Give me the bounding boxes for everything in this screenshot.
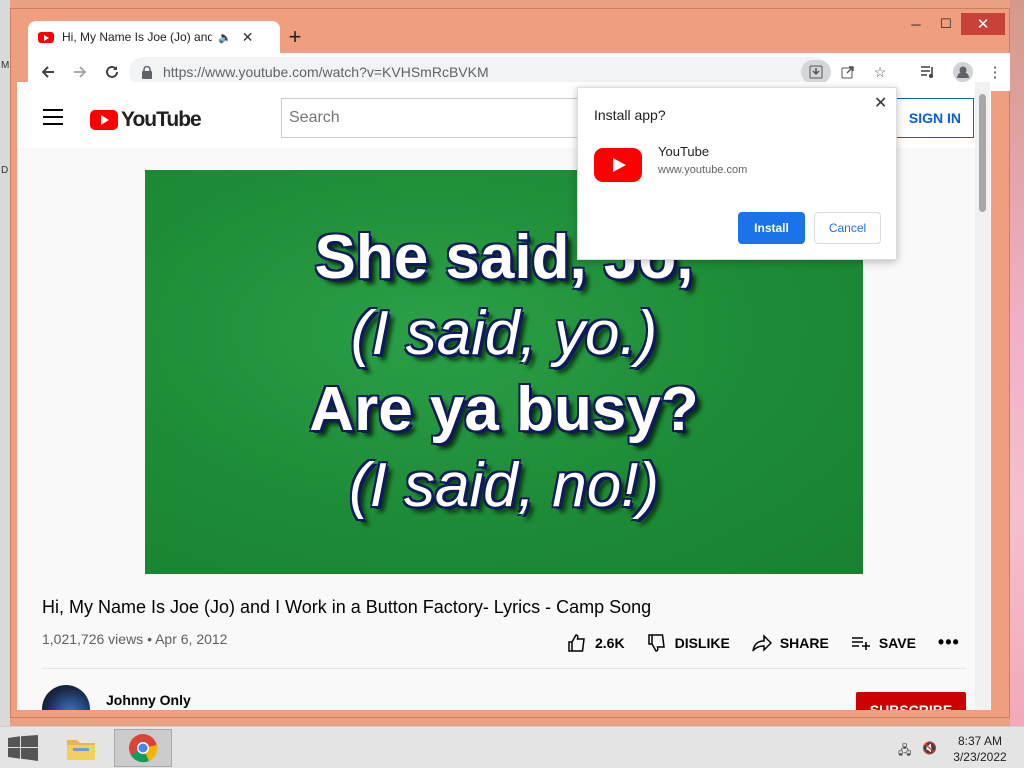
save-button[interactable]: SAVE: [851, 633, 916, 653]
youtube-logo-text: YouTube: [121, 108, 202, 131]
speaker-icon[interactable]: 🔈: [218, 31, 232, 44]
search-input[interactable]: Search: [281, 98, 581, 138]
thumbs-down-icon: [647, 633, 665, 652]
share-label: SHARE: [779, 634, 829, 651]
volume-muted-icon[interactable]: 🔇: [922, 741, 937, 755]
dialog-title: Install app?: [594, 107, 666, 123]
subscribe-button[interactable]: SUBSCRIBE: [856, 692, 966, 710]
close-window-button[interactable]: ✕: [961, 13, 1005, 35]
desktop-left-edge: M D: [0, 0, 10, 726]
windows-start-icon[interactable]: [8, 735, 38, 761]
maximize-button[interactable]: ☐: [931, 13, 961, 35]
reload-icon: [106, 65, 118, 78]
scroll-thumb[interactable]: [979, 94, 986, 212]
cancel-button[interactable]: Cancel: [814, 212, 881, 244]
lock-icon: [142, 65, 152, 79]
minimize-button[interactable]: ─: [901, 13, 931, 35]
new-tab-button[interactable]: +: [281, 23, 309, 51]
dislike-label: DISLIKE: [674, 634, 730, 651]
network-icon[interactable]: 🖧: [898, 741, 911, 762]
share-button[interactable]: SHARE: [752, 633, 829, 653]
youtube-play-icon: [90, 110, 118, 130]
install-app-icon[interactable]: [801, 60, 831, 84]
app-url: www.youtube.com: [658, 164, 748, 176]
lyric-line: (I said, yo.): [350, 299, 658, 368]
thumbs-up-icon: [568, 633, 585, 652]
like-button[interactable]: 2.6K: [567, 633, 625, 653]
share-arrow-icon: [752, 633, 772, 652]
file-explorer-icon[interactable]: [52, 729, 110, 767]
install-button[interactable]: Install: [738, 212, 805, 244]
lyric-line: (I said, no!): [348, 451, 660, 520]
channel-name[interactable]: Johnny Only: [106, 692, 191, 708]
like-count: 2.6K: [595, 634, 625, 651]
lyric-line: Are ya busy?: [309, 375, 699, 444]
browser-tab[interactable]: Hi, My Name Is Joe (Jo) and I Work in a …: [28, 21, 280, 53]
share-icon[interactable]: [833, 60, 863, 84]
back-arrow-icon: [41, 66, 54, 78]
divider: [42, 668, 966, 669]
system-clock[interactable]: 8:37 AM 3/23/2022: [950, 733, 1010, 765]
taskbar: 🖧 🔇 8:37 AM 3/23/2022: [0, 726, 1024, 768]
youtube-app-icon: [594, 148, 642, 182]
video-actions: 2.6K DISLIKE SHARE SAVE •••: [567, 632, 982, 653]
desktop-glyph: D: [1, 165, 9, 176]
forward-arrow-icon: [74, 66, 87, 78]
dislike-button[interactable]: DISLIKE: [647, 633, 730, 653]
youtube-favicon-icon: [38, 31, 54, 43]
save-label: SAVE: [878, 634, 916, 651]
close-icon[interactable]: ✕: [874, 93, 887, 113]
playlist-add-icon: [851, 636, 870, 650]
hamburger-menu-icon[interactable]: [43, 109, 63, 130]
youtube-logo[interactable]: YouTube: [90, 108, 202, 132]
clock-time: 8:37 AM: [957, 734, 1003, 748]
window-controls: ─ ☐ ✕: [901, 13, 1005, 35]
video-title: Hi, My Name Is Joe (Jo) and I Work in a …: [42, 597, 652, 617]
channel-avatar[interactable]: [42, 685, 90, 710]
url-text: https://www.youtube.com/watch?v=KVHSmRcB…: [163, 64, 489, 80]
app-name: YouTube: [658, 144, 710, 159]
clock-date: 3/23/2022: [953, 750, 1007, 764]
tab-title: Hi, My Name Is Joe (Jo) and I Work in a …: [62, 30, 212, 44]
bookmark-star-icon[interactable]: ☆: [865, 60, 895, 84]
view-count: 1,021,726 views • Apr 6, 2012: [42, 631, 228, 647]
chrome-taskbar-icon[interactable]: [114, 729, 172, 767]
install-app-dialog: Install app? ✕ YouTube www.youtube.com I…: [577, 87, 897, 260]
tab-close-icon[interactable]: ✕: [242, 29, 254, 46]
desktop-glyph: M: [1, 60, 10, 71]
desktop-wallpaper: [1010, 0, 1024, 726]
page-scrollbar[interactable]: [975, 82, 990, 710]
more-options-icon[interactable]: •••: [938, 632, 960, 653]
